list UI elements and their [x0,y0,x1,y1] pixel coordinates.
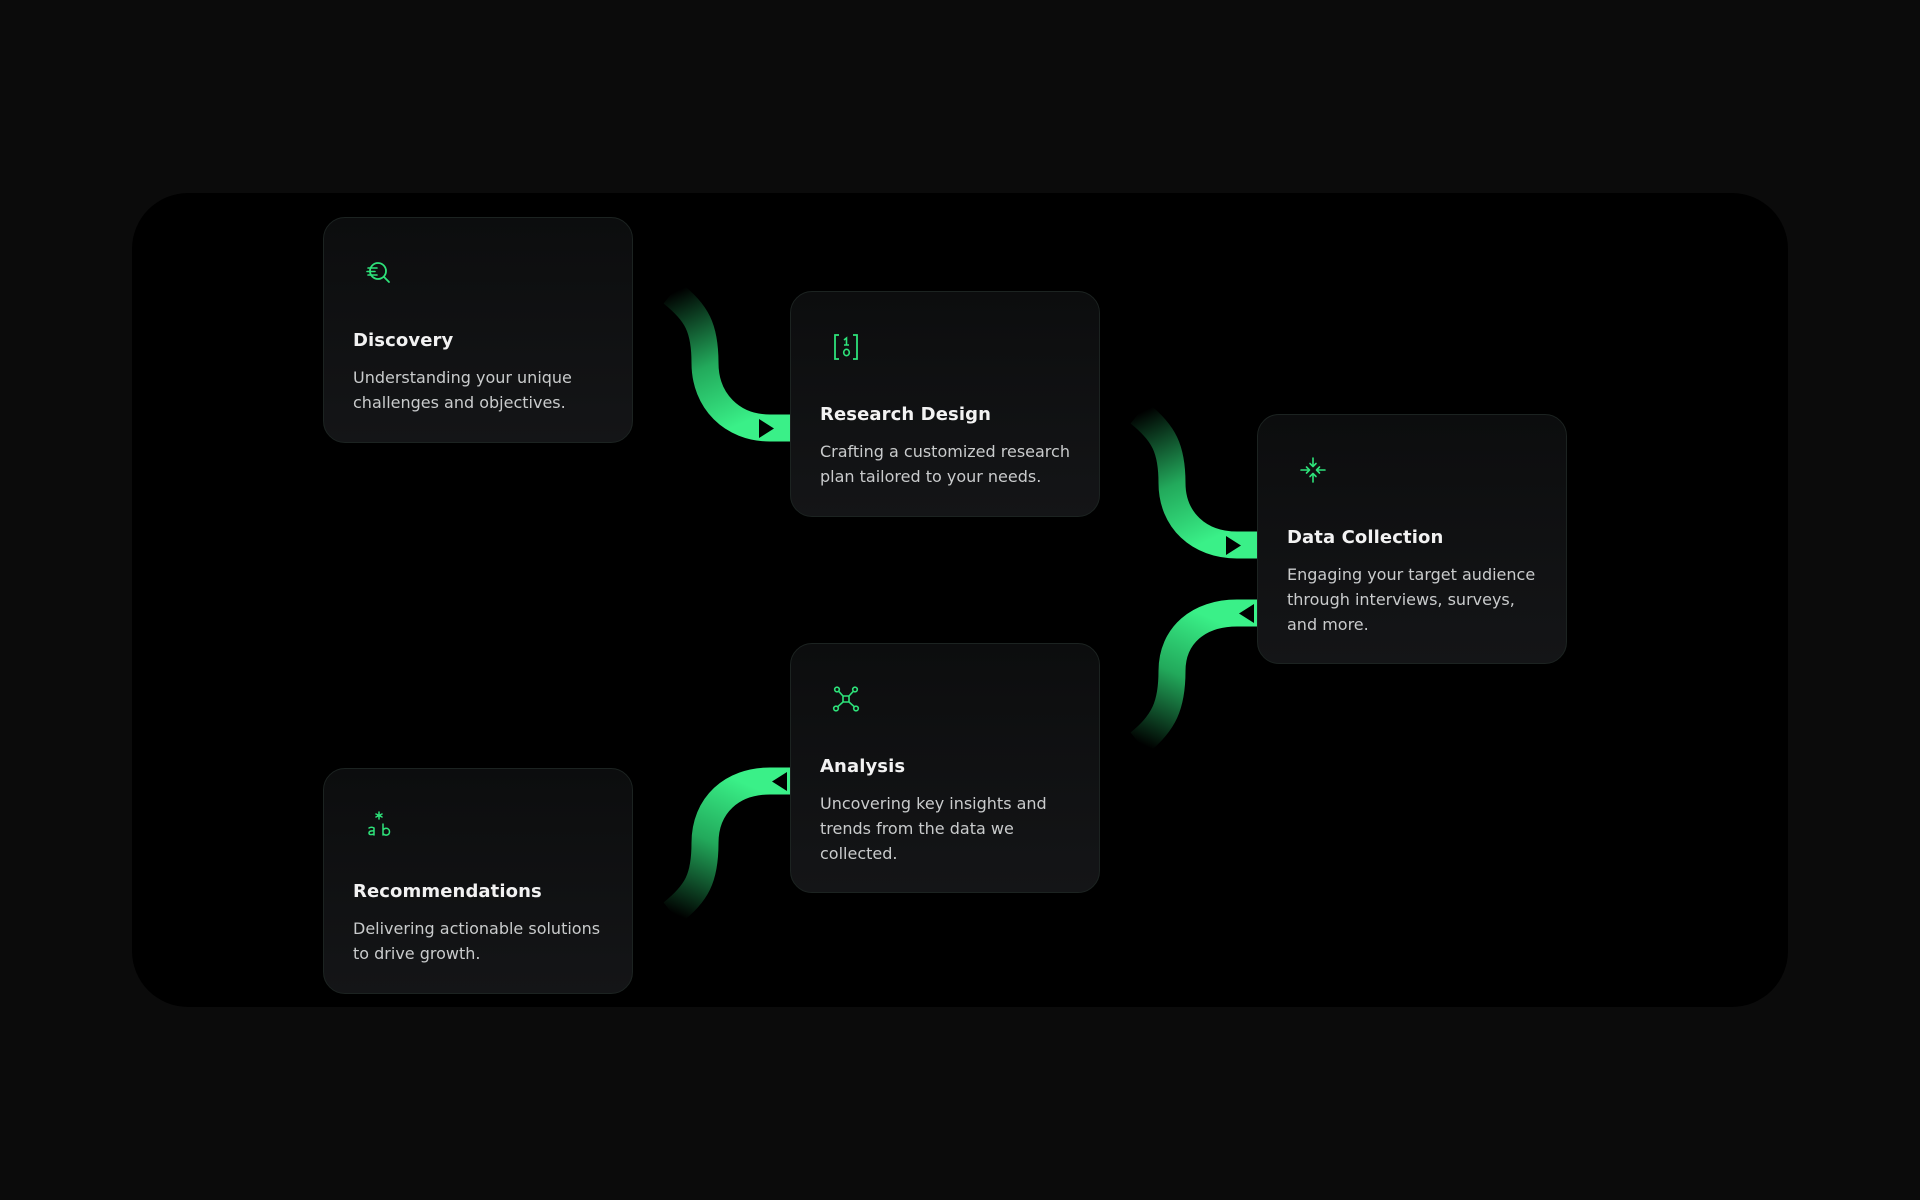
connector-data-to-analysis [1130,599,1259,754]
asterisk-ab-icon [368,811,391,836]
connector-discovery-to-research [663,282,792,442]
step-description: Understanding your unique challenges and… [353,368,572,412]
step-card-recommendations: Recommendations Delivering actionable so… [323,768,633,994]
step-title: Research Design [820,404,991,425]
step-title: Data Collection [1287,527,1444,548]
connector-research-to-data [1130,402,1259,559]
step-description: Engaging your target audience through in… [1287,565,1536,634]
step-card-analysis: Analysis Uncovering key insights and tre… [790,643,1100,893]
search-lines-icon [366,262,390,283]
step-description: Crafting a customized research plan tail… [820,442,1070,486]
process-diagram: Discovery Understanding your unique chal… [132,193,1788,1007]
step-title: Discovery [353,330,454,351]
step-card-research-design: Research Design Crafting a customized re… [790,291,1100,517]
step-card-data-collection: Data Collection Engaging your target aud… [1257,414,1567,664]
step-description: Uncovering key insights and trends from … [820,794,1047,863]
step-title: Analysis [820,756,906,777]
network-nodes-icon [832,686,860,712]
step-title: Recommendations [353,881,542,902]
step-description: Delivering actionable solutions to drive… [353,919,601,963]
connector-analysis-to-recommendations [663,767,792,924]
step-card-discovery: Discovery Understanding your unique chal… [323,217,633,443]
bracket-binary-icon [834,334,858,360]
converge-arrows-icon [1300,457,1326,483]
